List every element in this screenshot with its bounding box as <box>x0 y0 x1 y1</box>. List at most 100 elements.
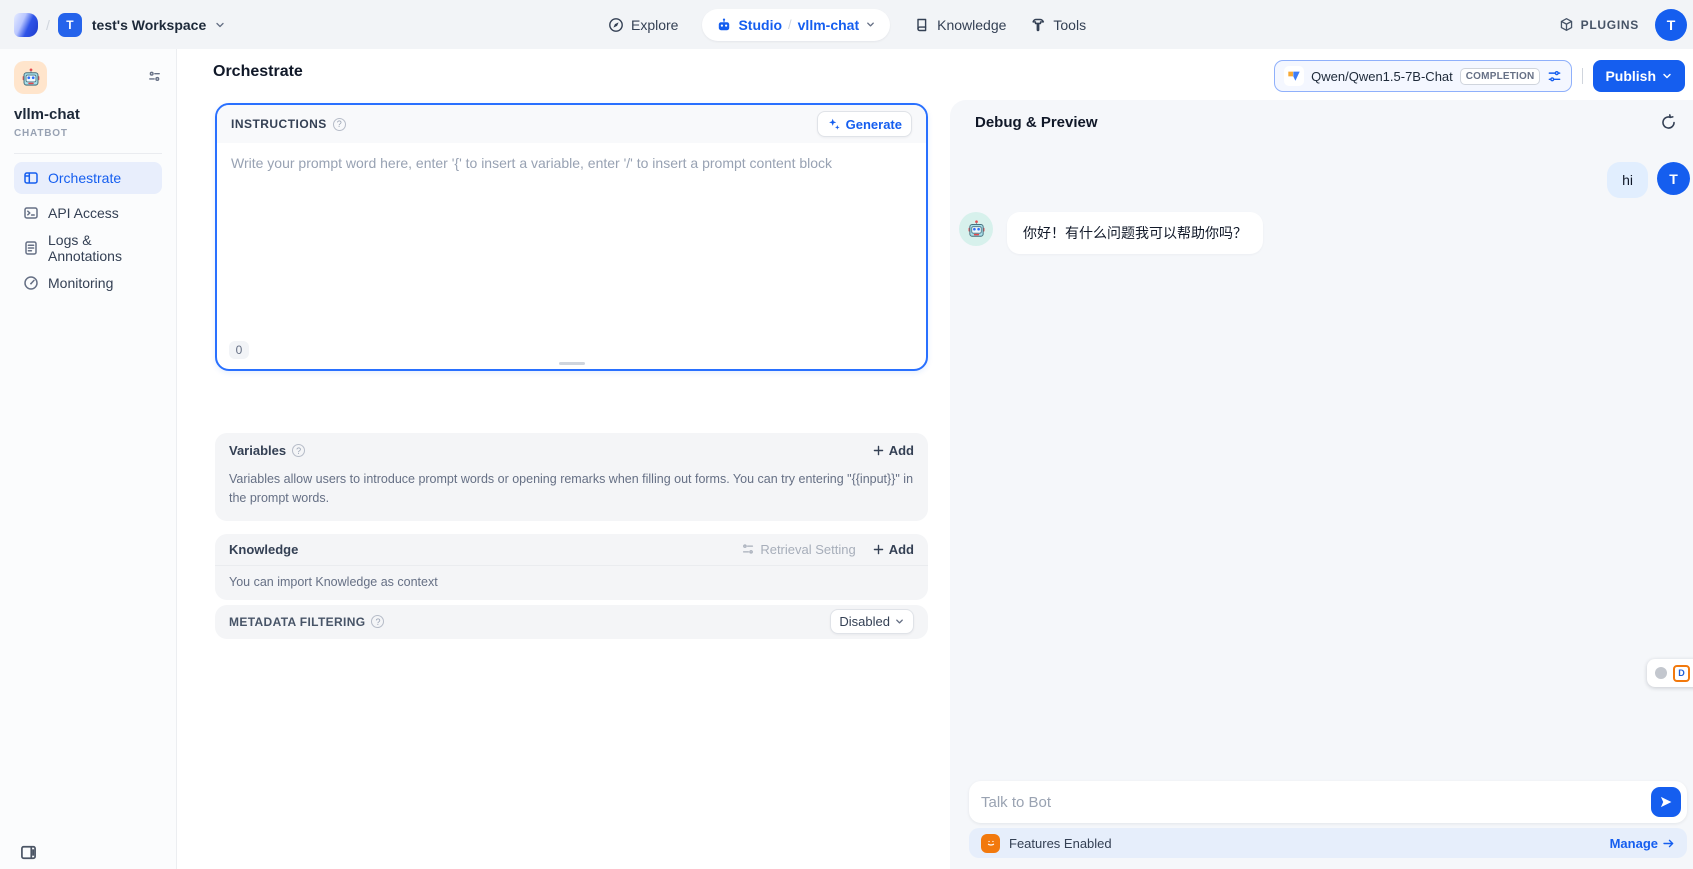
collapse-sidebar-icon[interactable] <box>20 844 37 861</box>
robot-emoji-icon <box>20 67 42 89</box>
plugins-label: PLUGINS <box>1581 18 1639 32</box>
add-label: Add <box>889 443 914 458</box>
add-variable-button[interactable]: Add <box>872 443 914 458</box>
workspace-switcher[interactable]: / T test's Workspace <box>0 13 226 37</box>
sidebar-item-label: Monitoring <box>48 275 113 291</box>
publish-button[interactable]: Publish <box>1593 60 1685 92</box>
manage-features-link[interactable]: Manage <box>1610 836 1675 851</box>
hammer-icon <box>1030 17 1046 33</box>
sidebar-divider <box>14 153 162 154</box>
app-type-badge: CHATBOT <box>14 128 162 139</box>
robot-icon <box>716 17 732 33</box>
features-icon <box>981 834 1000 853</box>
robot-emoji-icon <box>966 219 987 240</box>
send-icon <box>1659 795 1673 809</box>
debug-header: Debug & Preview <box>950 100 1693 144</box>
add-label: Add <box>889 542 914 557</box>
instructions-panel: INSTRUCTIONS ? Generate 0 <box>215 103 928 371</box>
workspace-avatar[interactable]: T <box>58 13 82 37</box>
chevron-down-icon[interactable] <box>865 19 876 30</box>
sidebar-item-logs-annotations[interactable]: Logs & Annotations <box>14 232 162 264</box>
model-settings-icon[interactable] <box>1547 69 1562 84</box>
toolbar-divider <box>1582 68 1583 84</box>
sparkle-icon <box>827 117 841 131</box>
nav-knowledge[interactable]: Knowledge <box>914 17 1006 33</box>
document-icon <box>23 240 39 256</box>
variables-header: Variables ? Add <box>229 443 914 458</box>
model-selector[interactable]: Qwen/Qwen1.5-7B-Chat COMPLETION <box>1274 60 1572 92</box>
send-button[interactable] <box>1651 787 1681 817</box>
metadata-filtering-title: METADATA FILTERING <box>229 615 365 629</box>
resize-handle[interactable] <box>559 362 585 365</box>
sidebar-item-label: Logs & Annotations <box>48 232 153 264</box>
sidebar-item-orchestrate[interactable]: Orchestrate <box>14 162 162 194</box>
sidebar-item-monitoring[interactable]: Monitoring <box>14 267 162 299</box>
nav-knowledge-label: Knowledge <box>937 17 1006 33</box>
add-knowledge-button[interactable]: Add <box>872 542 914 557</box>
chevron-down-icon <box>214 19 226 31</box>
extension-dot-icon[interactable] <box>1655 667 1667 679</box>
plus-icon <box>872 444 885 457</box>
plugins-button[interactable]: PLUGINS <box>1559 17 1639 32</box>
app-sidebar: vllm-chat CHATBOT Orchestrate API Access… <box>0 49 177 869</box>
nav-tools[interactable]: Tools <box>1030 17 1086 33</box>
instructions-title: INSTRUCTIONS <box>231 117 327 131</box>
knowledge-panel: Knowledge Retrieval Setting Add You can … <box>215 534 928 600</box>
package-icon <box>1559 17 1574 32</box>
metadata-filtering-dropdown[interactable]: Disabled <box>830 609 914 634</box>
debug-preview-panel: Debug & Preview hi T 你好！有什么问题我可以帮助你吗？ Fe… <box>950 100 1693 869</box>
features-bar: Features Enabled Manage <box>969 828 1687 858</box>
generate-button[interactable]: Generate <box>817 111 912 137</box>
dify-logo[interactable] <box>14 13 38 37</box>
prompt-textarea[interactable] <box>217 143 926 369</box>
nav-studio-pill[interactable]: Studio / vllm-chat <box>702 9 890 41</box>
floating-extension-widget[interactable]: D <box>1647 659 1693 687</box>
explore-icon <box>608 17 624 33</box>
manage-label: Manage <box>1610 836 1658 851</box>
vllm-logo-icon <box>1284 66 1304 86</box>
plus-icon <box>872 543 885 556</box>
workspace-name[interactable]: test's Workspace <box>92 17 206 33</box>
features-label: Features Enabled <box>1009 836 1112 851</box>
page-title: Orchestrate <box>213 63 303 81</box>
sidebar-item-api-access[interactable]: API Access <box>14 197 162 229</box>
retrieval-setting-button[interactable]: Retrieval Setting <box>741 542 855 557</box>
chat-message-bot: 你好！有什么问题我可以帮助你吗？ <box>950 198 1693 254</box>
publish-label: Publish <box>1605 68 1656 84</box>
chat-input-bar <box>969 781 1687 823</box>
help-icon[interactable]: ? <box>333 118 346 131</box>
bot-avatar <box>959 212 993 246</box>
sidebar-item-label: Orchestrate <box>48 170 121 186</box>
restart-conversation-icon[interactable] <box>1660 114 1677 131</box>
knowledge-title: Knowledge <box>229 542 298 557</box>
app-avatar[interactable] <box>14 61 47 94</box>
retrieval-setting-icon <box>741 542 755 556</box>
metadata-filtering-value: Disabled <box>839 614 890 629</box>
nav-studio-label[interactable]: Studio <box>738 17 782 33</box>
app-name: vllm-chat <box>14 106 162 123</box>
user-message-avatar: T <box>1657 162 1690 195</box>
retrieval-setting-label: Retrieval Setting <box>760 542 855 557</box>
nav-tools-label: Tools <box>1053 17 1086 33</box>
nav-current-app[interactable]: vllm-chat <box>798 17 859 33</box>
app-card: vllm-chat CHATBOT <box>0 49 176 139</box>
help-icon[interactable]: ? <box>371 615 384 628</box>
chevron-down-icon <box>1661 70 1673 82</box>
generate-label: Generate <box>846 117 902 132</box>
sidebar-nav: Orchestrate API Access Logs & Annotation… <box>0 162 176 299</box>
header-right: PLUGINS T <box>1559 0 1687 49</box>
help-icon[interactable]: ? <box>292 444 305 457</box>
model-mode-badge: COMPLETION <box>1460 68 1541 85</box>
user-avatar[interactable]: T <box>1655 9 1687 41</box>
extension-badge-icon[interactable]: D <box>1673 665 1690 682</box>
debug-title: Debug & Preview <box>975 114 1098 131</box>
model-name: Qwen/Qwen1.5-7B-Chat <box>1311 69 1453 84</box>
nav-explore[interactable]: Explore <box>608 17 678 33</box>
bot-message-bubble: 你好！有什么问题我可以帮助你吗？ <box>1007 212 1263 254</box>
arrow-right-icon <box>1662 837 1675 850</box>
top-navigation: Explore Studio / vllm-chat Knowledge Too… <box>608 0 1086 49</box>
gauge-icon <box>23 275 39 291</box>
chat-input[interactable] <box>981 794 1645 811</box>
variables-panel: Variables ? Add Variables allow users to… <box>215 433 928 521</box>
app-settings-icon[interactable] <box>147 69 162 84</box>
